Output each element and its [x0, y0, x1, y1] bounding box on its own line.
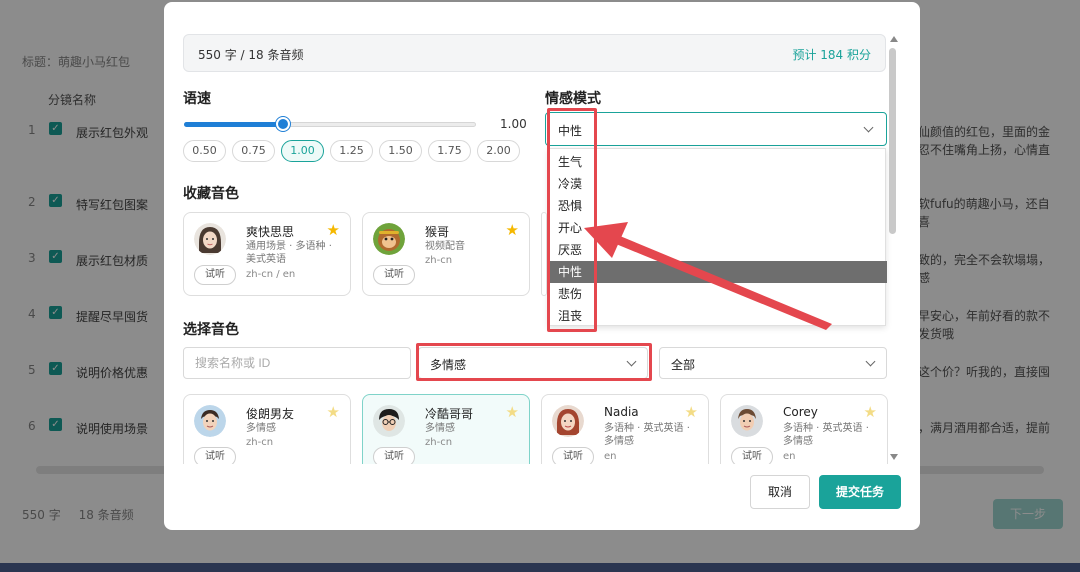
listen-button[interactable]: 试听 — [194, 265, 236, 285]
chevron-down-icon — [626, 356, 637, 367]
voice-card-lengku[interactable]: 冷酷哥哥 多情感 ★ 试听 zh-cn — [362, 394, 530, 464]
summary-count: 550 字 / 18 条音频 — [198, 48, 304, 62]
emotion-option-neutral[interactable]: 中性 — [549, 261, 887, 283]
speed-chip-0-50[interactable]: 0.50 — [183, 140, 226, 162]
voice-search-input[interactable] — [183, 347, 411, 379]
speed-chip-1-00[interactable]: 1.00 — [281, 140, 324, 162]
voice-tags: 通用场景 · 多语种 · 美式英语 — [246, 241, 332, 265]
voice-card-junlang[interactable]: 俊朗男友 多情感 ★ 试听 zh-cn — [183, 394, 351, 464]
star-icon[interactable]: ★ — [327, 403, 340, 421]
speed-chip-0-75[interactable]: 0.75 — [232, 140, 275, 162]
star-icon[interactable]: ★ — [327, 221, 340, 239]
slider-fill — [184, 122, 283, 127]
listen-button[interactable]: 试听 — [373, 447, 415, 464]
listen-button[interactable]: 试听 — [552, 447, 594, 464]
avatar — [373, 405, 405, 437]
emotion-option-disgust[interactable]: 厌恶 — [549, 239, 887, 261]
task-summary-bar: 550 字 / 18 条音频 预计 184 积分 — [183, 34, 886, 72]
voice-language: zh-cn / en — [246, 269, 296, 280]
language-filter-value: 全部 — [671, 358, 696, 372]
emotion-selected-value: 中性 — [558, 124, 583, 138]
voice-language: en — [783, 451, 796, 462]
emotion-option-fear[interactable]: 恐惧 — [549, 195, 887, 217]
speed-title: 语速 — [183, 91, 211, 107]
category-value: 多情感 — [430, 358, 467, 372]
voice-select-title: 选择音色 — [183, 322, 239, 338]
emotion-option-angry[interactable]: 生气 — [549, 151, 887, 173]
speed-value: 1.00 — [500, 117, 527, 131]
scroll-thumb[interactable] — [889, 48, 896, 234]
chevron-down-icon — [865, 356, 876, 367]
speed-chip-1-75[interactable]: 1.75 — [428, 140, 471, 162]
cancel-button[interactable]: 取消 — [750, 475, 810, 509]
voice-language: zh-cn — [246, 437, 274, 448]
star-icon[interactable]: ★ — [864, 403, 877, 421]
voice-language: en — [604, 451, 617, 462]
taskbar-strip — [0, 563, 1080, 572]
voice-card-shuangkuai[interactable]: 爽快思思 通用场景 · 多语种 · 美式英语 ★ 试听 zh-cn / en — [183, 212, 351, 296]
slider-handle[interactable] — [276, 117, 290, 131]
speed-chip-2-00[interactable]: 2.00 — [477, 140, 520, 162]
emotion-select[interactable]: 中性 — [545, 112, 887, 146]
voice-search-field[interactable] — [184, 348, 410, 378]
favorites-title: 收藏音色 — [183, 186, 239, 202]
emotion-title: 情感模式 — [545, 91, 601, 107]
voice-tags: 视频配音 — [425, 241, 465, 252]
chevron-down-icon — [863, 122, 874, 133]
voice-category-select[interactable]: 多情感 — [418, 347, 648, 379]
modal-body: 550 字 / 18 条音频 预计 184 积分 语速 1.00 0.50 0.… — [164, 2, 920, 464]
voice-name: 猴哥 — [425, 225, 450, 239]
avatar — [194, 405, 226, 437]
star-icon[interactable]: ★ — [506, 221, 519, 239]
voice-language: zh-cn — [425, 437, 453, 448]
avatar — [552, 405, 584, 437]
voice-card-corey[interactable]: Corey 多语种 · 英式英语 · 多情感 ★ 试听 en — [720, 394, 888, 464]
voice-tags: 多情感 — [246, 423, 276, 434]
scroll-down-icon[interactable] — [890, 454, 898, 460]
voice-name: 冷酷哥哥 — [425, 407, 474, 421]
modal-scrollbar[interactable] — [888, 36, 898, 464]
emotion-option-sad[interactable]: 悲伤 — [549, 283, 887, 305]
emotion-option-happy[interactable]: 开心 — [549, 217, 887, 239]
voice-card-partial[interactable] — [541, 212, 547, 296]
speed-slider[interactable] — [184, 117, 476, 131]
emotion-dropdown: 生气 冷漠 恐惧 开心 厌恶 中性 悲伤 沮丧 — [548, 148, 887, 327]
avatar — [731, 405, 763, 437]
emotion-option-cold[interactable]: 冷漠 — [549, 173, 887, 195]
scroll-up-icon[interactable] — [890, 36, 898, 42]
voice-settings-modal: 550 字 / 18 条音频 预计 184 积分 语速 1.00 0.50 0.… — [164, 2, 920, 530]
voice-card-houge[interactable]: 猴哥 视频配音 ★ 试听 zh-cn — [362, 212, 530, 296]
speed-chip-1-50[interactable]: 1.50 — [379, 140, 422, 162]
summary-credits: 预计 184 积分 — [792, 48, 871, 62]
voice-tags: 多语种 · 英式英语 · 多情感 — [604, 423, 690, 447]
voice-name: 爽快思思 — [246, 225, 295, 239]
voice-language: zh-cn — [425, 255, 453, 266]
voice-name: Corey — [783, 405, 818, 419]
avatar — [194, 223, 226, 255]
voice-card-nadia[interactable]: Nadia 多语种 · 英式英语 · 多情感 ★ 试听 en — [541, 394, 709, 464]
voice-tags: 多语种 · 英式英语 · 多情感 — [783, 423, 869, 447]
voice-language-select[interactable]: 全部 — [659, 347, 887, 379]
listen-button[interactable]: 试听 — [373, 265, 415, 285]
emotion-option-depressed[interactable]: 沮丧 — [549, 305, 887, 327]
star-icon[interactable]: ★ — [685, 403, 698, 421]
listen-button[interactable]: 试听 — [731, 447, 773, 464]
voice-tags: 多情感 — [425, 423, 455, 434]
submit-task-button[interactable]: 提交任务 — [819, 475, 901, 509]
star-icon[interactable]: ★ — [506, 403, 519, 421]
listen-button[interactable]: 试听 — [194, 447, 236, 464]
voice-name: Nadia — [604, 405, 639, 419]
voice-name: 俊朗男友 — [246, 407, 295, 421]
avatar — [373, 223, 405, 255]
speed-chip-1-25[interactable]: 1.25 — [330, 140, 373, 162]
